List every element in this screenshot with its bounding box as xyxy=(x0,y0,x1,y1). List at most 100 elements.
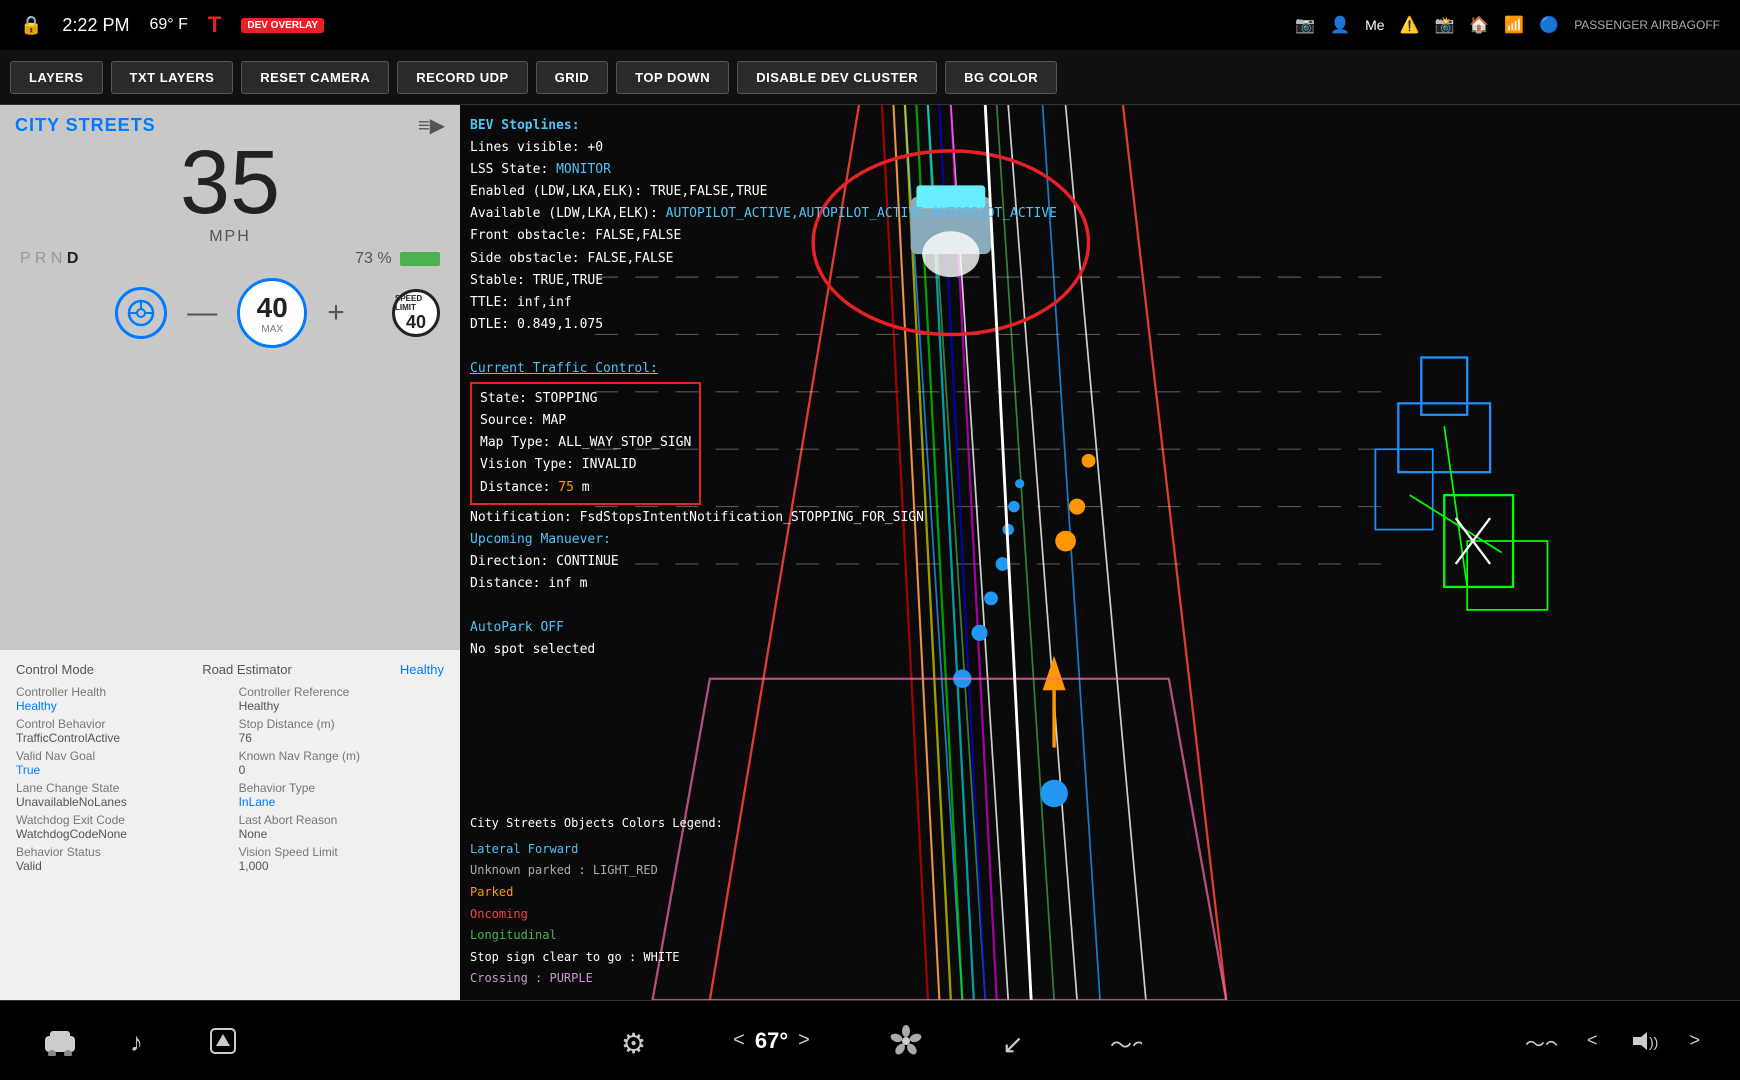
gear-battery-row: P R N D 73 % xyxy=(0,246,460,272)
legend-overlay: City Streets Objects Colors Legend: Late… xyxy=(470,813,723,990)
status-time: 2:22 PM xyxy=(62,15,129,36)
stop-distance-key: Stop Distance (m) xyxy=(239,717,444,731)
bottom-center-controls: ⚙ < 67° > ↙ xyxy=(621,1025,1142,1057)
speed-decrease-button[interactable]: — xyxy=(187,296,217,330)
temp-increase-left[interactable]: > xyxy=(798,1029,810,1052)
current-speed: 35 xyxy=(0,138,460,228)
warning-icon: ⚠️ xyxy=(1400,15,1420,35)
bottom-bar: ♪ ⚙ < 67° > xyxy=(0,1000,1740,1080)
camera-icon: 📷 xyxy=(1295,15,1315,35)
phone-icon[interactable]: ↙ xyxy=(1002,1025,1030,1057)
controller-ref-key: Controller Reference xyxy=(239,685,444,699)
svg-text:〜〜: 〜〜 xyxy=(1110,1033,1142,1057)
legend-oncoming: Oncoming xyxy=(470,904,723,926)
city-streets-label: CITY STREETS xyxy=(15,115,156,136)
top-down-button[interactable]: TOP DOWN xyxy=(616,61,729,94)
heat-right-icon[interactable]: 〜〜 xyxy=(1525,1025,1557,1057)
speed-limit-box: SPEED LIMIT 40 xyxy=(392,289,440,337)
tesla-logo: T xyxy=(208,12,221,38)
svg-text:〜〜: 〜〜 xyxy=(1525,1034,1557,1056)
target-speed-label: MAX xyxy=(261,324,283,335)
behavior-type-val: InLane xyxy=(239,795,444,809)
toolbar: LAYERS TXT LAYERS RESET CAMERA RECORD UD… xyxy=(0,50,1740,105)
speed-increase-button[interactable]: + xyxy=(327,296,345,330)
grid-button[interactable]: GRID xyxy=(536,61,609,94)
temp-left-value: 67° xyxy=(755,1028,788,1054)
battery-bar xyxy=(400,252,440,266)
battery-display: 73 % xyxy=(355,250,440,268)
fan-icon[interactable] xyxy=(890,1025,922,1057)
disable-dev-cluster-button[interactable]: DISABLE DEV CLUSTER xyxy=(737,61,937,94)
behavior-type-key: Behavior Type xyxy=(239,781,444,795)
lane-change-state-val: UnavailableNoLanes xyxy=(16,795,221,809)
status-grid: Control Mode Road Estimator Healthy Cont… xyxy=(0,650,460,1000)
legend-parked: Parked xyxy=(470,882,723,904)
status-row-5: Watchdog Exit Code WatchdogCodeNone Last… xyxy=(16,813,444,841)
record-udp-button[interactable]: RECORD UDP xyxy=(397,61,527,94)
current-gear: D xyxy=(67,250,79,267)
control-behavior-key: Control Behavior xyxy=(16,717,221,731)
svg-text:↙: ↙ xyxy=(1002,1029,1024,1057)
drive-visualization: CITY STREETS ≡▶ 35 MPH P R N D 73 % xyxy=(0,105,460,650)
layers-button[interactable]: LAYERS xyxy=(10,61,103,94)
legend-title: City Streets Objects Colors Legend: xyxy=(470,813,723,835)
status-row-6: Behavior Status Valid Vision Speed Limit… xyxy=(16,845,444,873)
speed-unit: MPH xyxy=(0,228,460,246)
status-row-3: Valid Nav Goal True Known Nav Range (m) … xyxy=(16,749,444,777)
controller-health-key: Controller Health xyxy=(16,685,221,699)
bluetooth-icon: 🔵 xyxy=(1539,15,1559,35)
road-estimator-header: Road Estimator xyxy=(202,662,292,677)
volume-left-arrow[interactable]: < xyxy=(1587,1030,1598,1051)
status-section-header: Control Mode Road Estimator Healthy xyxy=(16,662,444,677)
watchdog-exit-key: Watchdog Exit Code xyxy=(16,813,221,827)
left-panel: CITY STREETS ≡▶ 35 MPH P R N D 73 % xyxy=(0,105,460,1000)
status-temp: 69° F xyxy=(149,16,187,34)
status-row-1: Controller Health Healthy Controller Ref… xyxy=(16,685,444,713)
temp-decrease-left[interactable]: < xyxy=(733,1029,745,1052)
behavior-status-key: Behavior Status xyxy=(16,845,221,859)
car-icon[interactable] xyxy=(40,1026,80,1056)
me-label: Me xyxy=(1365,17,1384,33)
svg-text:))): ))) xyxy=(1649,1034,1659,1050)
svg-text:⚙: ⚙ xyxy=(621,1028,646,1057)
bottom-right-controls: 〜〜 < ))) > xyxy=(1525,1025,1700,1057)
heat-left-icon[interactable]: 〜〜 xyxy=(1110,1025,1142,1057)
lock-icon: 🔒 xyxy=(20,15,42,36)
wifi-icon: 📶 xyxy=(1504,15,1524,35)
volume-icon[interactable]: ))) xyxy=(1627,1027,1659,1055)
steering-wheel-icon xyxy=(115,287,167,339)
txt-layers-button[interactable]: TXT LAYERS xyxy=(111,61,234,94)
status-bar: 🔒 2:22 PM 69° F T DEV OVERLAY 📷 👤 Me ⚠️ … xyxy=(0,0,1740,50)
home-icon: 🏠 xyxy=(1469,15,1489,35)
bg-color-button[interactable]: BG COLOR xyxy=(945,61,1057,94)
speed-controls: — 40 MAX + SPEED LIMIT 40 xyxy=(0,272,460,354)
valid-nav-goal-key: Valid Nav Goal xyxy=(16,749,221,763)
reset-camera-button[interactable]: RESET CAMERA xyxy=(241,61,389,94)
overall-healthy: Healthy xyxy=(400,662,444,677)
profile-icon: 👤 xyxy=(1330,15,1350,35)
airbag-status: PASSENGER AIRBAGOFF xyxy=(1574,18,1720,32)
vision-speed-limit-val: 1,000 xyxy=(239,859,444,873)
control-mode-header: Control Mode xyxy=(16,662,94,677)
lane-change-state-key: Lane Change State xyxy=(16,781,221,795)
last-abort-val: None xyxy=(239,827,444,841)
ac-icon[interactable]: ⚙ xyxy=(621,1025,653,1057)
legend-lateral: Lateral Forward xyxy=(470,839,723,861)
main-content: CITY STREETS ≡▶ 35 MPH P R N D 73 % xyxy=(0,105,1740,1000)
svg-text:♪: ♪ xyxy=(130,1027,143,1055)
dev-overlay-badge: DEV OVERLAY xyxy=(241,18,324,33)
speed-header: CITY STREETS ≡▶ 35 MPH xyxy=(0,105,460,246)
up-arrow-icon[interactable] xyxy=(208,1026,238,1056)
status-icons: 📷 👤 Me ⚠️ 📸 🏠 📶 🔵 PASSENGER AIRBAGOFF xyxy=(1295,15,1720,35)
speed-limit-value: 40 xyxy=(406,312,426,333)
volume-right-arrow[interactable]: > xyxy=(1689,1030,1700,1051)
control-behavior-val: TrafficControlActive xyxy=(16,731,221,745)
legend-crossing: Crossing : PURPLE xyxy=(470,968,723,990)
legend-stop-sign: Stop sign clear to go : WHITE xyxy=(470,947,723,969)
vision-speed-limit-key: Vision Speed Limit xyxy=(239,845,444,859)
legend-unknown: Unknown parked : LIGHT_RED xyxy=(470,860,723,882)
target-speed: 40 xyxy=(257,292,288,324)
behavior-status-val: Valid xyxy=(16,859,221,873)
music-icon[interactable]: ♪ xyxy=(130,1027,158,1055)
known-nav-range-key: Known Nav Range (m) xyxy=(239,749,444,763)
